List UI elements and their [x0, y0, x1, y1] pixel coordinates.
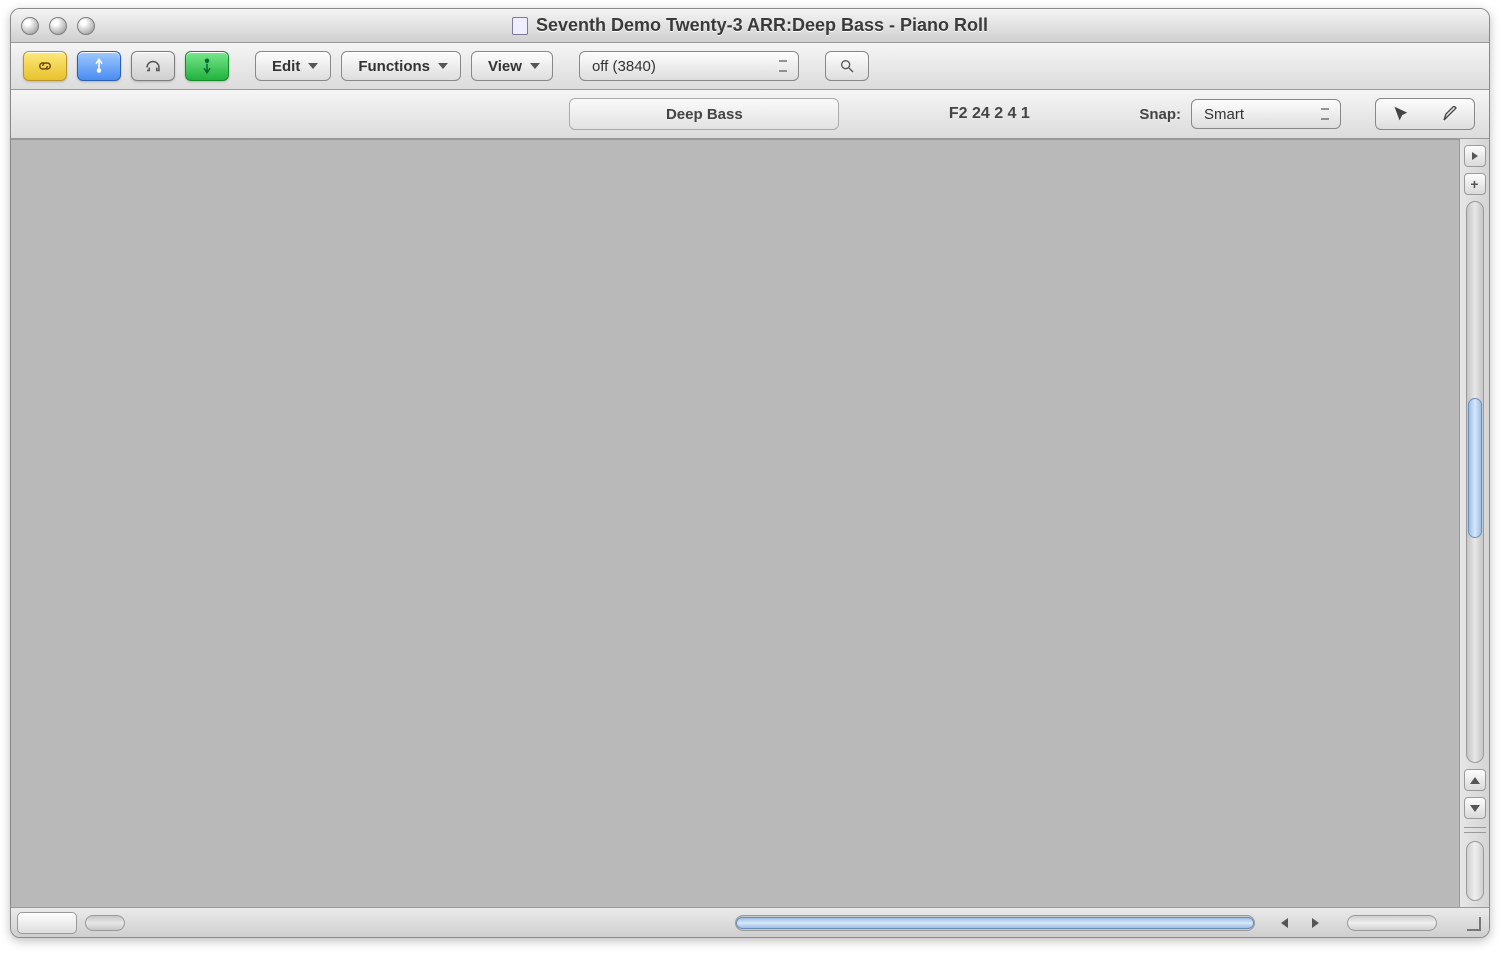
link-icon	[36, 57, 54, 75]
position-display[interactable]: F2 24 2 4 1	[899, 105, 1079, 123]
dropdown-icon	[308, 63, 318, 69]
cursor-tool-selector[interactable]	[1375, 98, 1475, 130]
piano-roll-editor[interactable]	[11, 139, 1459, 907]
midi-in-icon	[90, 57, 108, 75]
horizontal-zoom-slider[interactable]	[1347, 915, 1437, 931]
midi-out-icon	[198, 57, 216, 75]
document-icon	[512, 17, 528, 35]
edit-menu-label: Edit	[272, 58, 300, 75]
zoom-vertical-button[interactable]: +	[1464, 173, 1486, 195]
region-name-display[interactable]: Deep Bass	[569, 98, 839, 130]
title-wrap: Seventh Demo Twenty-3 ARR:Deep Bass - Pi…	[11, 15, 1489, 36]
region-inspector-button[interactable]	[17, 912, 77, 934]
minimize-window-button[interactable]	[49, 17, 67, 35]
functions-menu[interactable]: Functions	[341, 51, 461, 81]
quantize-select[interactable]: off (3840)	[579, 51, 799, 81]
vertical-scrollbar-track[interactable]	[1466, 201, 1484, 763]
vertical-scrollbar-thumb[interactable]	[1468, 398, 1482, 538]
resize-grip[interactable]	[1463, 913, 1483, 933]
pencil-tool-icon	[1442, 106, 1458, 122]
audition-button[interactable]	[131, 51, 175, 81]
horizontal-scrollbar-thumb[interactable]	[736, 917, 1254, 929]
traffic-lights	[21, 17, 95, 35]
dropdown-icon	[438, 63, 448, 69]
sub-toolbar: Deep Bass F2 24 2 4 1 Snap: Smart	[11, 90, 1489, 139]
zoom-window-button[interactable]	[77, 17, 95, 35]
midi-in-button[interactable]	[77, 51, 121, 81]
snap-select[interactable]: Smart	[1191, 99, 1341, 129]
pointer-tool-icon	[1393, 106, 1409, 122]
view-menu-label: View	[488, 58, 522, 75]
catch-playhead-button[interactable]	[1464, 145, 1486, 167]
editor-wrap: +	[11, 139, 1489, 907]
titlebar: Seventh Demo Twenty-3 ARR:Deep Bass - Pi…	[11, 9, 1489, 43]
window-title: Seventh Demo Twenty-3 ARR:Deep Bass - Pi…	[536, 15, 988, 36]
region-name-text: Deep Bass	[666, 106, 743, 123]
search-icon	[839, 58, 855, 74]
quantize-value: off (3840)	[592, 58, 656, 75]
chevron-up-icon	[1470, 777, 1480, 784]
snap-value: Smart	[1204, 106, 1244, 123]
chevron-down-icon	[1470, 805, 1480, 812]
view-menu[interactable]: View	[471, 51, 553, 81]
horizontal-scrollbar-track[interactable]	[735, 915, 1255, 931]
snap-label: Snap:	[1139, 106, 1181, 123]
headphones-icon	[144, 57, 162, 75]
edit-menu[interactable]: Edit	[255, 51, 331, 81]
hscroll-left-stub[interactable]	[85, 915, 125, 931]
piano-roll-window: Seventh Demo Twenty-3 ARR:Deep Bass - Pi…	[10, 8, 1490, 938]
main-toolbar: Edit Functions View off (3840)	[11, 43, 1489, 90]
search-button[interactable]	[825, 51, 869, 81]
midi-out-button[interactable]	[185, 51, 229, 81]
scroll-up-button[interactable]	[1464, 769, 1486, 791]
playhead-icon	[1469, 150, 1481, 162]
bottom-bar	[11, 907, 1489, 937]
functions-menu-label: Functions	[358, 58, 430, 75]
link-button[interactable]	[23, 51, 67, 81]
close-window-button[interactable]	[21, 17, 39, 35]
scroll-divider	[1464, 827, 1486, 833]
vertical-scroll-area: +	[1459, 139, 1489, 907]
scroll-right-button[interactable]	[1312, 918, 1319, 928]
velocity-scrollbar[interactable]	[1466, 841, 1484, 901]
scroll-left-button[interactable]	[1281, 918, 1288, 928]
dropdown-icon	[530, 63, 540, 69]
scroll-down-button[interactable]	[1464, 797, 1486, 819]
plus-icon: +	[1470, 176, 1478, 192]
